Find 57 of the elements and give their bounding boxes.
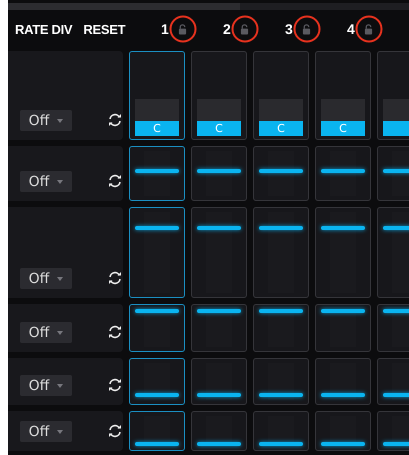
lock-icon[interactable] [178, 24, 187, 34]
note-value: C [321, 121, 365, 136]
step-cell[interactable] [129, 304, 185, 352]
step-number: 4 [347, 21, 354, 37]
step-cell[interactable] [315, 411, 371, 451]
reset-icon[interactable] [107, 324, 123, 340]
rate-div-dropdown[interactable]: Off [20, 171, 72, 192]
step-cell[interactable] [315, 358, 371, 405]
note-value: C [259, 121, 303, 136]
caret-icon [57, 430, 64, 434]
step-cell[interactable] [191, 358, 247, 405]
step-cell[interactable] [191, 411, 247, 451]
reset-icon[interactable] [107, 377, 123, 393]
scroll-bar[interactable] [8, 3, 409, 10]
note-value: C [135, 121, 179, 136]
step-cell[interactable] [191, 207, 247, 298]
caret-icon [57, 384, 64, 388]
step-number: 2 [223, 21, 230, 37]
reset-icon[interactable] [107, 112, 123, 128]
lock-icon[interactable] [240, 24, 249, 34]
reset-heading: RESET [83, 22, 126, 36]
step-cell[interactable] [253, 304, 309, 352]
step-number: 1 [161, 21, 168, 37]
note-range [197, 99, 241, 121]
rate-div-dropdown[interactable]: Off [20, 421, 72, 442]
caret-icon [57, 330, 64, 334]
step-cell[interactable] [315, 207, 371, 298]
note-range [259, 99, 303, 121]
rate-div-heading: RATE DIV [15, 22, 74, 36]
caret-icon [57, 118, 64, 122]
step-cell[interactable] [253, 207, 309, 298]
step-cell[interactable] [129, 358, 185, 405]
step-cell[interactable] [253, 411, 309, 451]
rate-div-dropdown[interactable]: Off [20, 268, 72, 289]
step-cell[interactable] [253, 146, 309, 201]
reset-icon[interactable] [107, 423, 123, 439]
step-cell[interactable] [315, 146, 371, 201]
step-number: 3 [285, 21, 292, 37]
note-range [135, 99, 179, 121]
step-cell[interactable] [129, 411, 185, 451]
step-cell[interactable] [129, 207, 185, 298]
step-cell[interactable] [191, 304, 247, 352]
note-range [321, 99, 365, 121]
rate-div-dropdown[interactable]: Off [20, 110, 72, 131]
step-cell[interactable] [129, 146, 185, 201]
rate-div-dropdown[interactable]: Off [20, 375, 72, 396]
step-cell[interactable] [191, 146, 247, 201]
lock-icon[interactable] [302, 24, 311, 34]
reset-icon[interactable] [107, 270, 123, 286]
reset-icon[interactable] [107, 173, 123, 189]
step-cell[interactable] [253, 358, 309, 405]
caret-icon [57, 180, 64, 184]
lock-icon[interactable] [364, 24, 373, 34]
note-value: C [197, 121, 241, 136]
rate-div-dropdown[interactable]: Off [20, 322, 72, 343]
caret-icon [57, 276, 64, 280]
step-cell[interactable] [315, 304, 371, 352]
